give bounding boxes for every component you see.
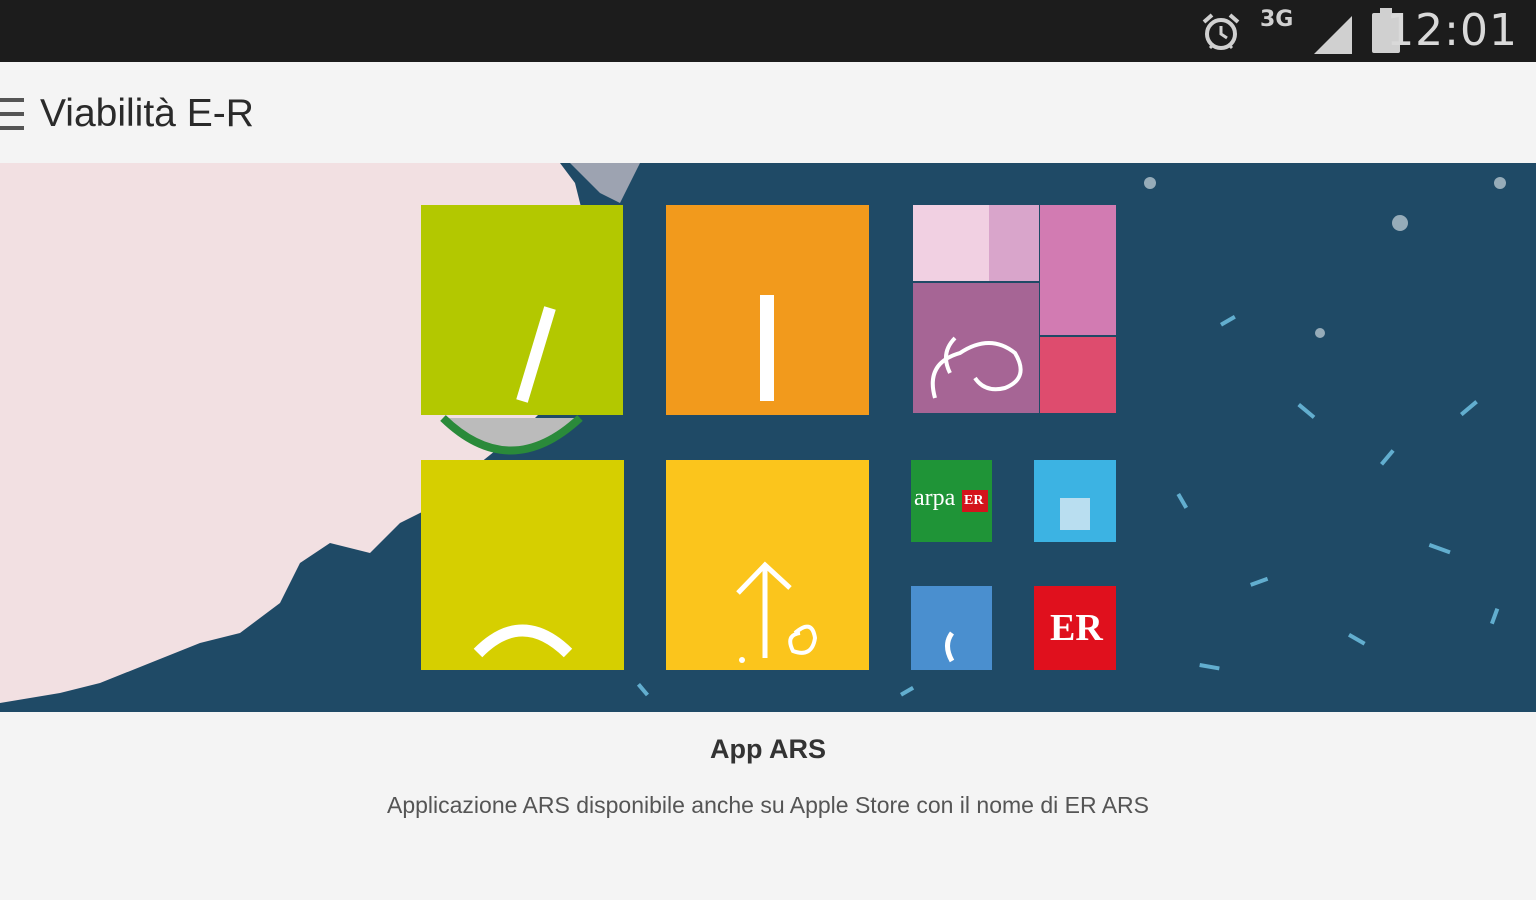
card-title: App ARS [710, 734, 826, 764]
status-bar: 3G 12:01 [0, 0, 1536, 62]
hamburger-menu-icon[interactable] [0, 96, 26, 134]
card-description: Applicazione ARS disponibile anche su Ap… [386, 792, 1149, 818]
signal-icon [1314, 16, 1352, 54]
tile-yellow [421, 460, 624, 670]
arpa-label: arpa [914, 485, 956, 511]
network-3g-icon: 3G [1260, 7, 1294, 32]
er-logo-text: ER [1050, 607, 1103, 649]
banner-map-background [0, 163, 1536, 712]
tile-pink-mosaic [913, 205, 989, 281]
arpa-badge: ER [964, 493, 984, 508]
banner-image[interactable]: arpa ER ER [0, 163, 1536, 712]
alarm-icon [1202, 13, 1240, 50]
status-clock: 12:01 [1386, 5, 1518, 56]
app-title: Viabilità E-R [40, 92, 254, 135]
